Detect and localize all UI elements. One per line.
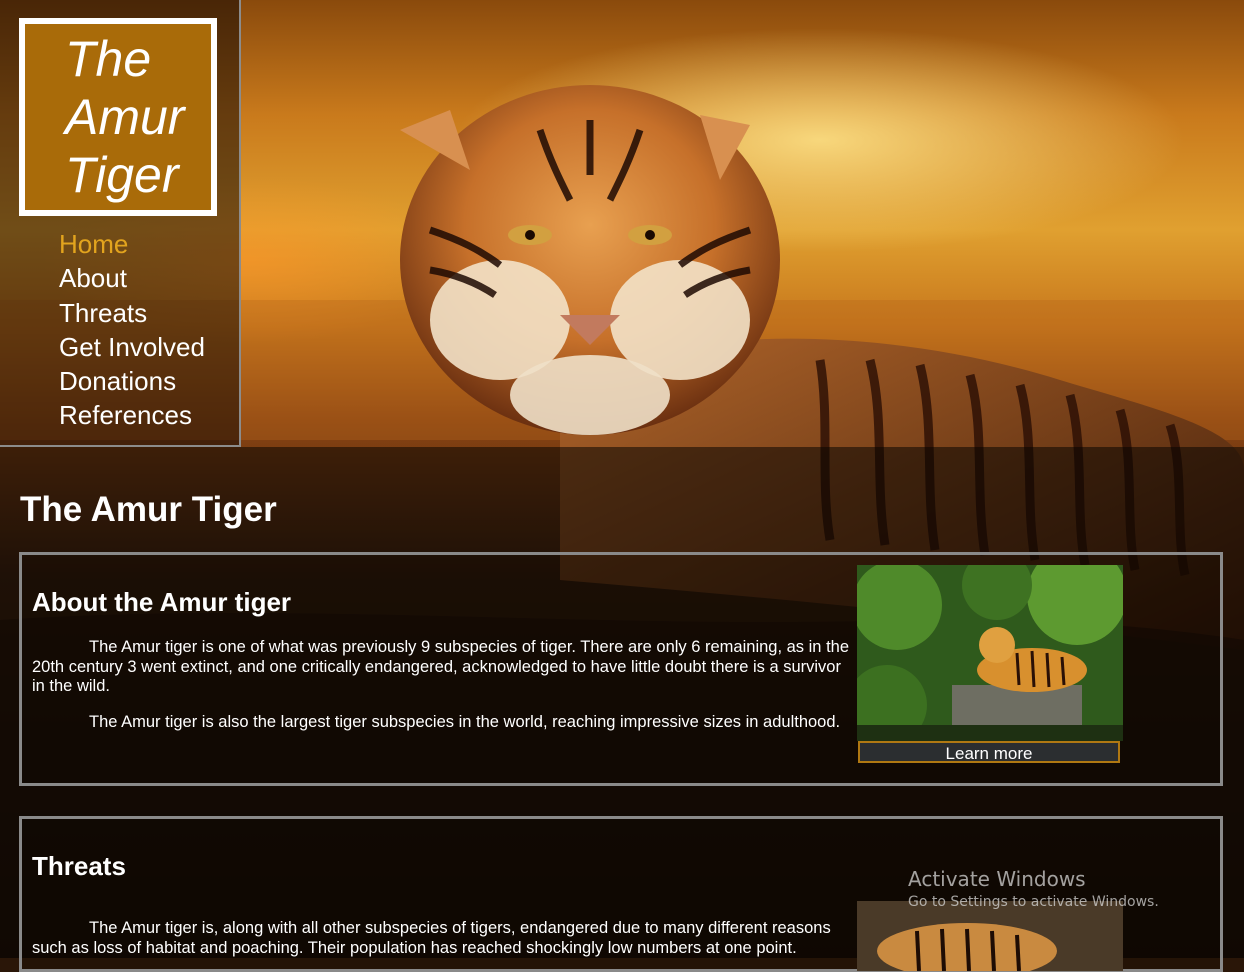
page-title: The Amur Tiger <box>20 490 277 529</box>
nav-item-get-involved[interactable]: Get Involved <box>59 330 205 364</box>
about-paragraph: The Amur tiger is one of what was previo… <box>32 638 850 696</box>
about-card: About the Amur tiger The Amur tiger is o… <box>19 552 1223 786</box>
nav-item-about[interactable]: About <box>59 261 205 295</box>
tiger-thumbnail <box>857 565 1123 741</box>
logo-text-line: Amur <box>65 89 185 145</box>
nav-item-home[interactable]: Home <box>59 227 205 261</box>
nav-item-threats[interactable]: Threats <box>59 296 205 330</box>
nav-item-donations[interactable]: Donations <box>59 364 205 398</box>
learn-more-button[interactable]: Learn more <box>858 741 1120 763</box>
logo-text-line: The <box>65 31 152 87</box>
tiger-jungle-image <box>857 565 1123 741</box>
tiger-image <box>857 901 1123 971</box>
threats-heading: Threats <box>32 851 126 881</box>
about-heading: About the Amur tiger <box>32 587 292 617</box>
threats-paragraph: The Amur tiger is, along with all other … <box>32 919 831 957</box>
site-logo[interactable]: The Amur Tiger <box>19 18 217 216</box>
nav-item-references[interactable]: References <box>59 398 205 432</box>
tiger-thumbnail <box>857 901 1123 971</box>
activate-windows-subtitle: Go to Settings to activate Windows. <box>908 894 1159 910</box>
logo-text-line: Tiger <box>65 147 179 203</box>
main-nav: Home About Threats Get Involved Donation… <box>59 227 205 433</box>
about-paragraph: The Amur tiger is also the largest tiger… <box>89 713 841 731</box>
activate-windows-title: Activate Windows <box>908 867 1086 891</box>
